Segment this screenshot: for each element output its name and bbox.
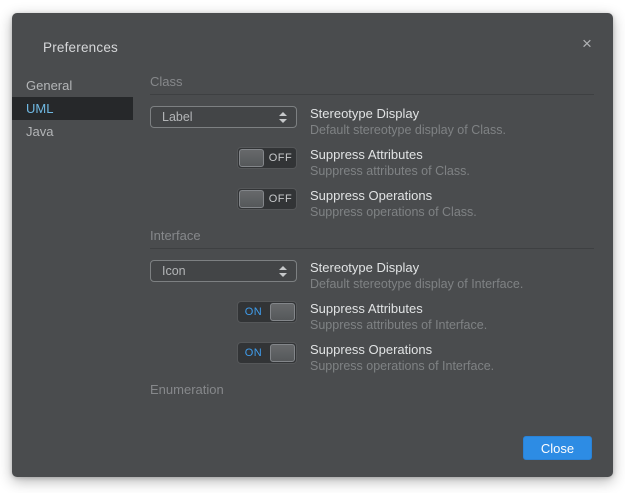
toggle-knob [239, 190, 264, 208]
setting-description: Suppress attributes of Class. [310, 164, 470, 178]
sidebar-item-uml[interactable]: UML [12, 97, 133, 120]
setting-label: Suppress Operations [310, 188, 433, 203]
setting-label: Suppress Operations [310, 342, 433, 357]
sidebar-item-label: General [26, 78, 73, 93]
toggle-knob [239, 149, 264, 167]
preferences-dialog: Preferences × General UML Java Class Lab… [12, 13, 613, 477]
stereotype-display-select[interactable]: Label [150, 106, 297, 128]
setting-label: Stereotype Display [310, 106, 420, 121]
close-icon[interactable]: × [578, 35, 596, 53]
section-title: Interface [150, 228, 201, 243]
setting-description: Suppress attributes of Interface. [310, 318, 488, 332]
sidebar: General UML Java [12, 74, 150, 143]
sidebar-item-java[interactable]: Java [12, 120, 133, 143]
toggle-state-label: ON [244, 306, 263, 318]
setting-description: Suppress operations of Interface. [310, 359, 495, 373]
section-divider [150, 248, 594, 249]
sidebar-item-label: Java [26, 124, 54, 139]
setting-row-suppress-operations-interface: ON Suppress Operations Suppress operatio… [150, 342, 594, 373]
section-enumeration: Enumeration [150, 383, 594, 397]
setting-label: Stereotype Display [310, 260, 420, 275]
toggle-state-label: OFF [268, 193, 293, 205]
suppress-operations-toggle[interactable]: OFF [237, 188, 297, 210]
suppress-attributes-toggle[interactable]: OFF [237, 147, 297, 169]
toggle-knob [270, 303, 295, 321]
section-divider [150, 94, 594, 95]
setting-row-stereotype-display-class: Label Stereotype Display Default stereot… [150, 106, 594, 137]
setting-row-suppress-operations-class: OFF Suppress Operations Suppress operati… [150, 188, 594, 219]
setting-description: Default stereotype display of Interface. [310, 277, 524, 291]
toggle-state-label: ON [244, 347, 263, 359]
section-interface: Interface Icon Stereotype Display Defaul… [150, 229, 594, 373]
select-value: Label [162, 110, 193, 124]
toggle-knob [270, 344, 295, 362]
select-updown-icon [276, 265, 296, 277]
sidebar-item-label: UML [26, 101, 54, 116]
setting-label: Suppress Attributes [310, 301, 423, 316]
section-title: Class [150, 74, 183, 89]
section-class: Class Label Stereotype Display Default s… [150, 75, 594, 219]
setting-row-suppress-attributes-class: OFF Suppress Attributes Suppress attribu… [150, 147, 594, 178]
settings-panel: Class Label Stereotype Display Default s… [150, 74, 594, 402]
select-updown-icon [276, 111, 296, 123]
toggle-state-label: OFF [268, 152, 293, 164]
suppress-attributes-toggle[interactable]: ON [237, 301, 297, 323]
sidebar-item-general[interactable]: General [12, 74, 133, 97]
dialog-title: Preferences [43, 40, 118, 55]
section-title: Enumeration [150, 382, 224, 397]
setting-label: Suppress Attributes [310, 147, 423, 162]
suppress-operations-toggle[interactable]: ON [237, 342, 297, 364]
setting-row-stereotype-display-interface: Icon Stereotype Display Default stereoty… [150, 260, 594, 291]
dialog-body: General UML Java Class Label Stereotype … [12, 74, 594, 477]
close-button[interactable]: Close [523, 436, 592, 460]
select-value: Icon [162, 264, 186, 278]
setting-description: Suppress operations of Class. [310, 205, 477, 219]
setting-row-suppress-attributes-interface: ON Suppress Attributes Suppress attribut… [150, 301, 594, 332]
setting-description: Default stereotype display of Class. [310, 123, 506, 137]
stereotype-display-select[interactable]: Icon [150, 260, 297, 282]
